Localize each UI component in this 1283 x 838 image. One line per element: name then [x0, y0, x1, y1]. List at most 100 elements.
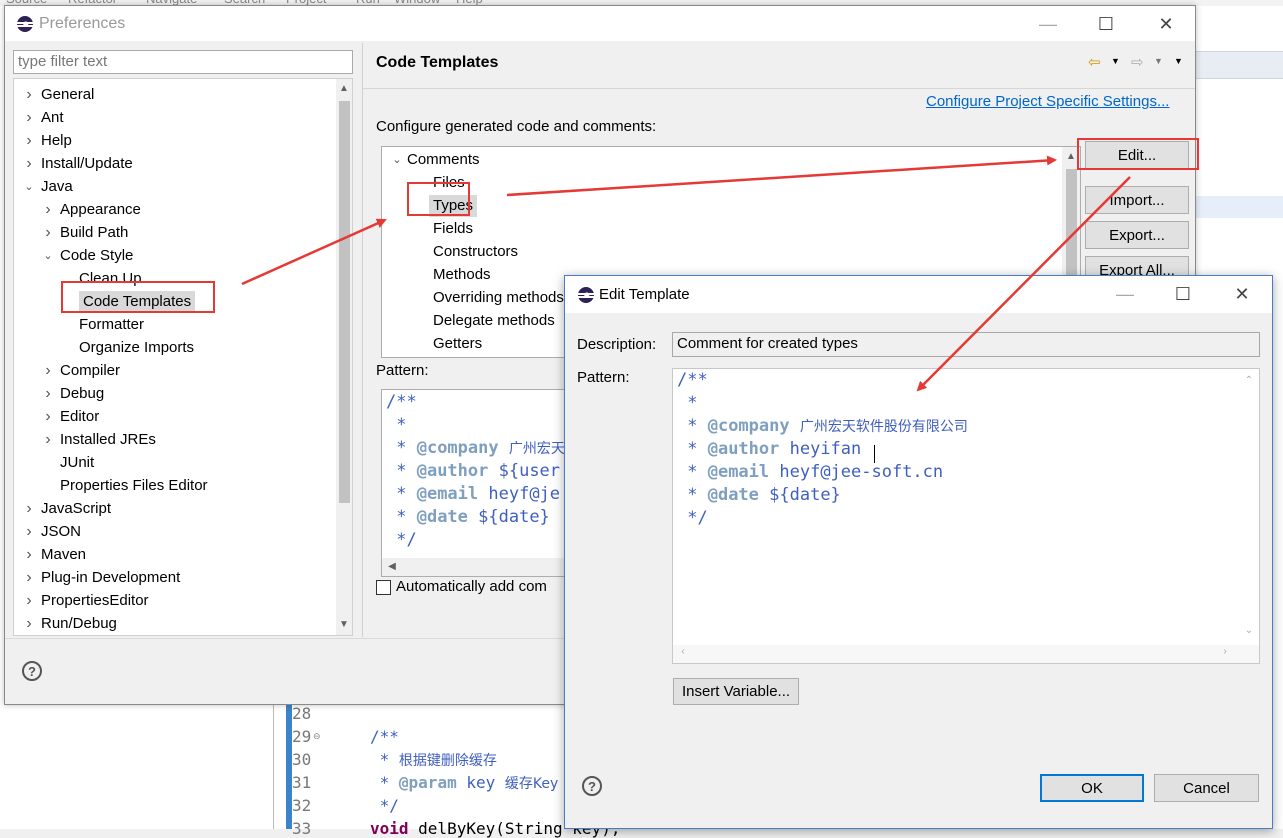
tree-item[interactable]: › JSON — [14, 521, 334, 543]
template-item[interactable]: Fields — [382, 218, 1060, 240]
template-item-label: Constructors — [433, 243, 519, 260]
chevron-up-icon[interactable]: ▲ — [336, 83, 352, 94]
help-icon[interactable]: ? — [582, 776, 602, 796]
tree-item[interactable]: ⌄ Code Style — [14, 245, 334, 267]
view-menu-icon[interactable]: ▼ — [1174, 56, 1183, 66]
chevron-right-icon[interactable]: › — [41, 383, 55, 405]
description-field[interactable]: Comment for created types — [672, 332, 1260, 357]
pattern-hscrollbar[interactable]: ‹ › — [673, 645, 1259, 663]
minimize-icon[interactable]: — — [1025, 8, 1071, 40]
tree-item[interactable]: Properties Files Editor — [14, 475, 334, 497]
tree-item[interactable]: › Appearance — [14, 199, 334, 221]
tree-scroll-thumb[interactable] — [339, 101, 350, 503]
chevron-right-icon[interactable]: › — [41, 429, 55, 451]
preferences-tree[interactable]: › General › Ant › Help › Install/Update ⌄ Java › Ap… — [13, 78, 353, 636]
chevron-down-icon[interactable]: ⌄ — [1241, 625, 1257, 636]
template-item[interactable]: Constructors — [382, 241, 1060, 263]
chevron-right-icon[interactable]: › — [22, 130, 36, 152]
code-tag: @param — [398, 773, 457, 792]
chevron-left-icon[interactable]: ‹ — [675, 646, 691, 657]
tree-item[interactable]: › Maven — [14, 544, 334, 566]
chevron-up-icon[interactable]: ⌃ — [1241, 375, 1257, 386]
chevron-down-icon[interactable]: ⌄ — [41, 245, 55, 267]
highlight-edit-button — [1077, 138, 1199, 170]
tree-item[interactable]: › PropertiesEditor — [14, 590, 334, 612]
pattern-editor[interactable]: /** * * @company 广州宏天软件股份有限公司 * @author … — [672, 368, 1260, 664]
help-icon[interactable]: ? — [22, 661, 42, 681]
eclipse-icon — [578, 287, 594, 303]
ok-button[interactable]: OK — [1040, 774, 1144, 802]
auto-comment-checkbox[interactable] — [376, 580, 391, 595]
edit-template-title: Edit Template — [599, 286, 690, 303]
tree-item[interactable]: › Debug — [14, 383, 334, 405]
tree-item[interactable]: Formatter — [14, 314, 334, 336]
chevron-right-icon[interactable]: › — [41, 406, 55, 428]
chevron-right-icon[interactable]: › — [22, 590, 36, 612]
tree-item[interactable]: ⌄ Java — [14, 176, 334, 198]
tree-item[interactable]: › Run/Debug — [14, 613, 334, 635]
forward-arrow-icon[interactable]: ⇨ — [1131, 53, 1144, 71]
chevron-right-icon[interactable]: › — [22, 567, 36, 589]
back-menu-icon[interactable]: ▼ — [1111, 56, 1120, 66]
tree-item[interactable]: › JavaScript — [14, 498, 334, 520]
chevron-right-icon[interactable]: › — [22, 498, 36, 520]
chevron-right-icon[interactable]: › — [22, 613, 36, 635]
export-button[interactable]: Export... — [1085, 221, 1189, 249]
pattern-text: * — [677, 393, 698, 413]
chevron-right-icon[interactable]: › — [22, 544, 36, 566]
close-icon[interactable]: ✕ — [1219, 278, 1265, 310]
chevron-down-icon[interactable]: ⌄ — [22, 176, 36, 198]
configure-label: Configure generated code and comments: — [376, 118, 657, 135]
tree-item[interactable]: › Install/Update — [14, 153, 334, 175]
pattern-rest: ${user — [488, 461, 561, 481]
chevron-right-icon[interactable]: › — [41, 222, 55, 244]
preferences-title: Preferences — [39, 15, 126, 32]
chevron-right-icon[interactable]: › — [22, 153, 36, 175]
template-item[interactable]: Types — [382, 195, 1060, 217]
chevron-right-icon[interactable]: › — [41, 360, 55, 382]
pattern-star: * — [677, 462, 708, 482]
chevron-down-icon[interactable]: ⌄ — [390, 149, 404, 171]
cancel-button[interactable]: Cancel — [1154, 774, 1259, 802]
tree-item[interactable]: JUnit — [14, 452, 334, 474]
chevron-right-icon[interactable]: › — [1217, 646, 1233, 657]
filter-input[interactable]: type filter text — [13, 50, 353, 74]
import-button[interactable]: Import... — [1085, 186, 1189, 214]
pattern-rest — [790, 416, 800, 436]
template-item[interactable]: ⌄ Comments — [382, 149, 1060, 171]
tree-item-label: Maven — [41, 546, 87, 563]
pattern-line: * @company 广州宏天软件股份有限公司 — [677, 416, 968, 436]
back-arrow-icon[interactable]: ⇦ — [1088, 53, 1101, 71]
tree-item[interactable]: › Help — [14, 130, 334, 152]
project-settings-link[interactable]: Configure Project Specific Settings... — [926, 93, 1169, 110]
tree-item[interactable]: › Plug-in Development — [14, 567, 334, 589]
tree-item[interactable]: › Editor — [14, 406, 334, 428]
tree-item[interactable]: › Installed JREs — [14, 429, 334, 451]
chevron-down-icon[interactable]: ▼ — [336, 619, 352, 630]
fold-icon[interactable]: ⊖ — [313, 731, 321, 742]
chevron-right-icon[interactable]: › — [22, 84, 36, 106]
insert-variable-button[interactable]: Insert Variable... — [673, 678, 799, 705]
chevron-right-icon[interactable]: › — [41, 199, 55, 221]
tree-scrollbar[interactable]: ▲ ▼ — [336, 79, 352, 635]
code-star: * — [370, 750, 399, 769]
edit-template-dialog: Edit Template — ☐ ✕ Description: Comment… — [564, 275, 1273, 829]
chevron-right-icon[interactable]: › — [22, 521, 36, 543]
template-item[interactable]: Files — [382, 172, 1060, 194]
pattern-rest: heyifan — [779, 439, 862, 459]
tree-item[interactable]: › Build Path — [14, 222, 334, 244]
tree-item[interactable]: › Ant — [14, 107, 334, 129]
tree-item[interactable]: Organize Imports — [14, 337, 334, 359]
maximize-icon[interactable]: ☐ — [1160, 278, 1206, 310]
forward-menu-icon[interactable]: ▼ — [1154, 56, 1163, 66]
tree-item[interactable]: › General — [14, 84, 334, 106]
text-caret — [874, 445, 875, 463]
tree-item[interactable]: › Compiler — [14, 360, 334, 382]
chevron-right-icon[interactable]: › — [22, 107, 36, 129]
close-icon[interactable]: ✕ — [1143, 8, 1189, 40]
code-cjk: 根据键删除缓存 — [398, 753, 497, 769]
tree-item-label: Organize Imports — [79, 339, 195, 356]
maximize-icon[interactable]: ☐ — [1083, 8, 1129, 40]
minimize-icon[interactable]: — — [1102, 278, 1148, 310]
chevron-left-icon[interactable]: ◀ — [384, 561, 400, 572]
